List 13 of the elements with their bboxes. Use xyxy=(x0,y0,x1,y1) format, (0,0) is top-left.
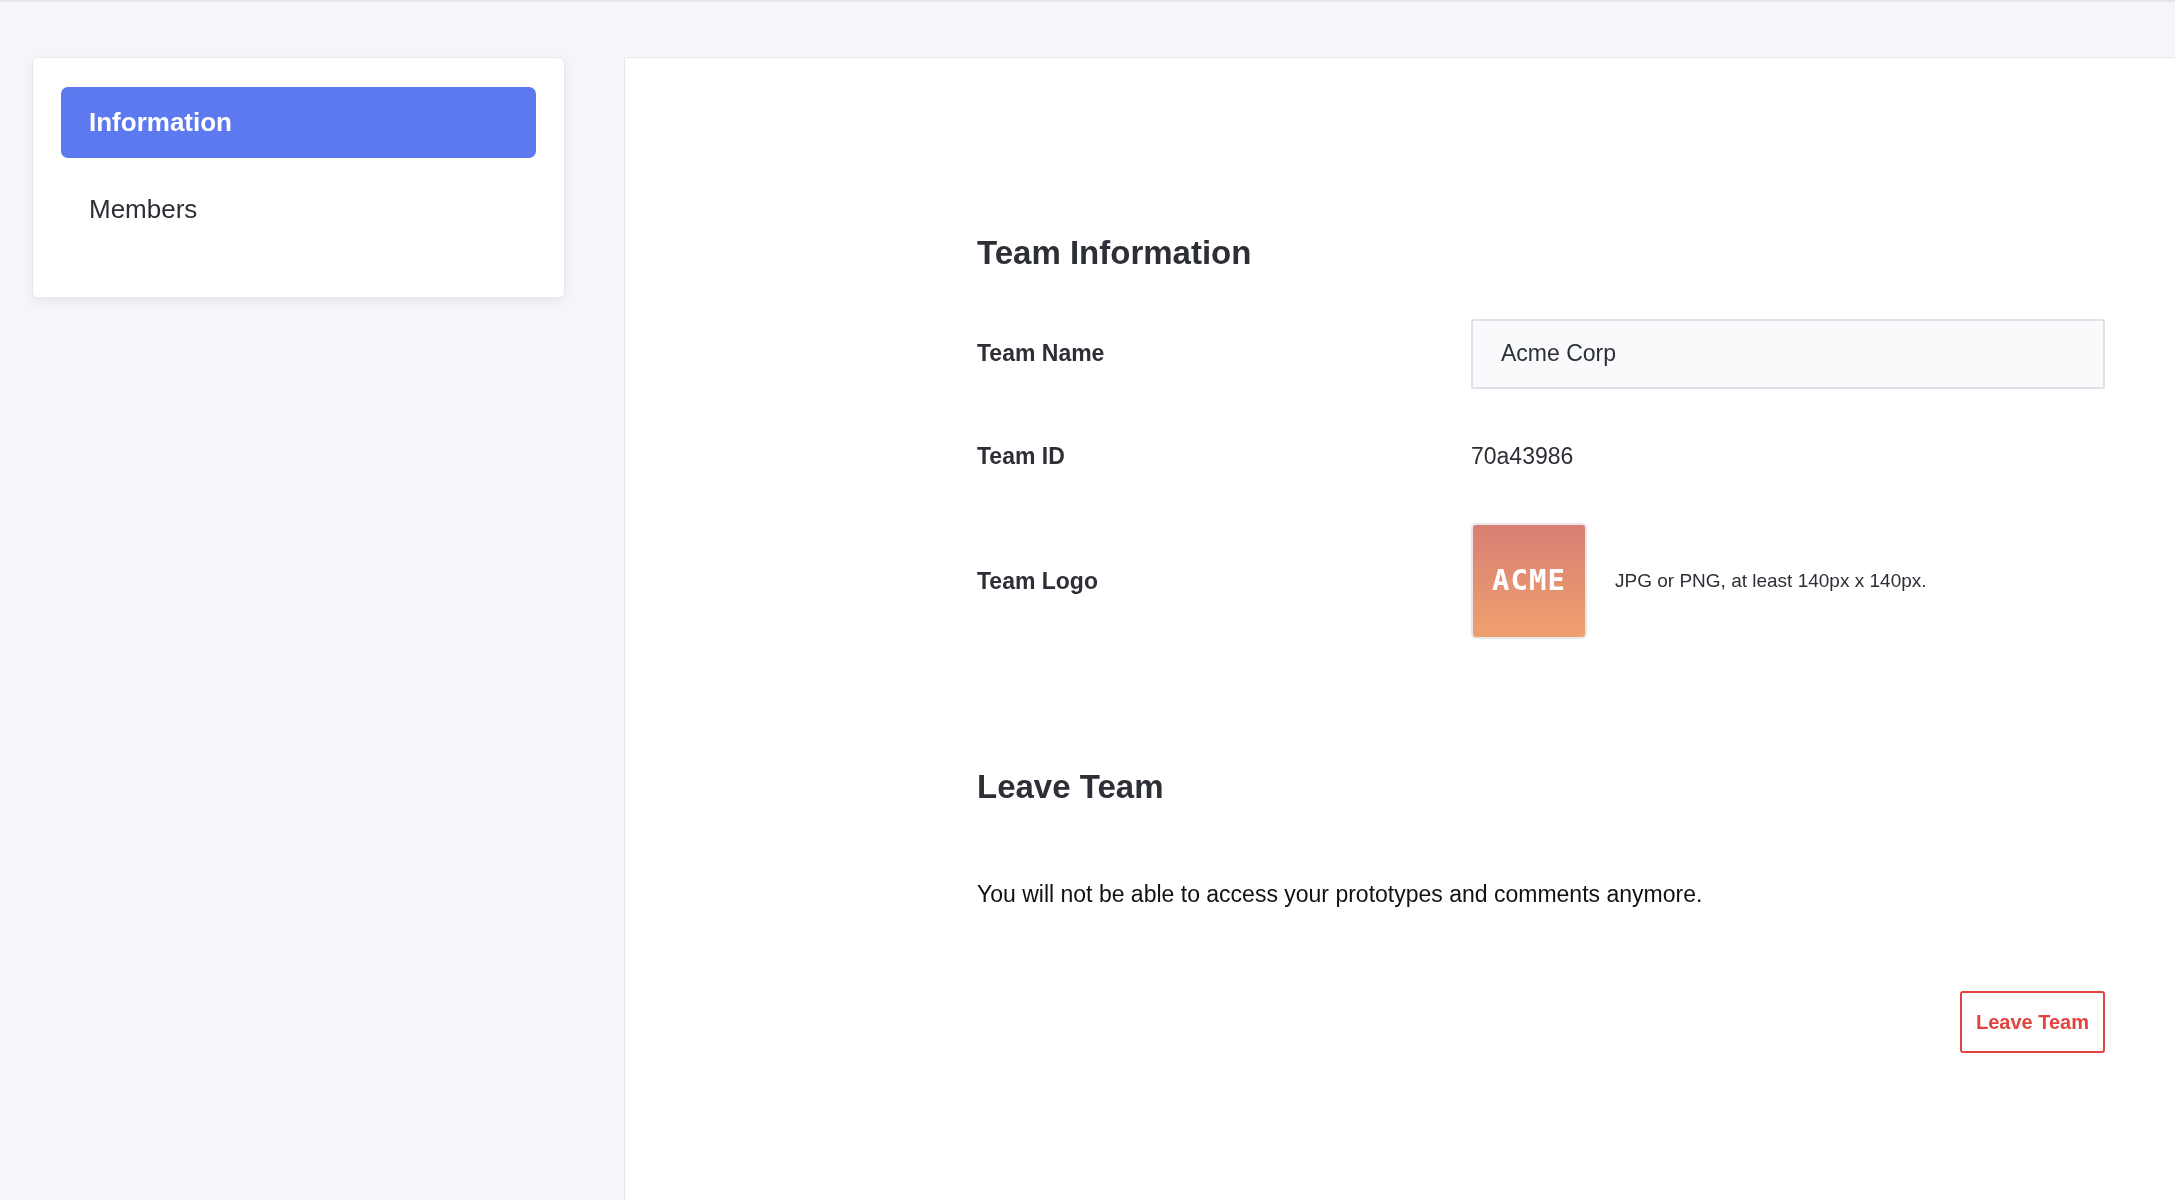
logo-hint: JPG or PNG, at least 140px x 140px. xyxy=(1615,568,1927,593)
warning-text: You will not be able to access your prototypes and comments anymore. xyxy=(977,879,1704,909)
team-name-field[interactable]: Acme Corp xyxy=(1471,318,2105,389)
team-logo[interactable]: ACME xyxy=(1471,523,1587,640)
sidebar-item[interactable]: Information xyxy=(61,87,536,158)
leave-team-button[interactable]: Leave Team xyxy=(1959,991,2105,1054)
field-label: Team Name xyxy=(977,339,1106,369)
sidebar-item[interactable]: Members xyxy=(61,174,536,245)
team-id-value: 70a43986 xyxy=(1471,441,1574,471)
section-title: Leave Team xyxy=(977,767,1165,807)
field-label: Team ID xyxy=(977,441,1066,471)
field-label: Team Logo xyxy=(977,566,1099,596)
section-title: Team Information xyxy=(977,233,1253,273)
